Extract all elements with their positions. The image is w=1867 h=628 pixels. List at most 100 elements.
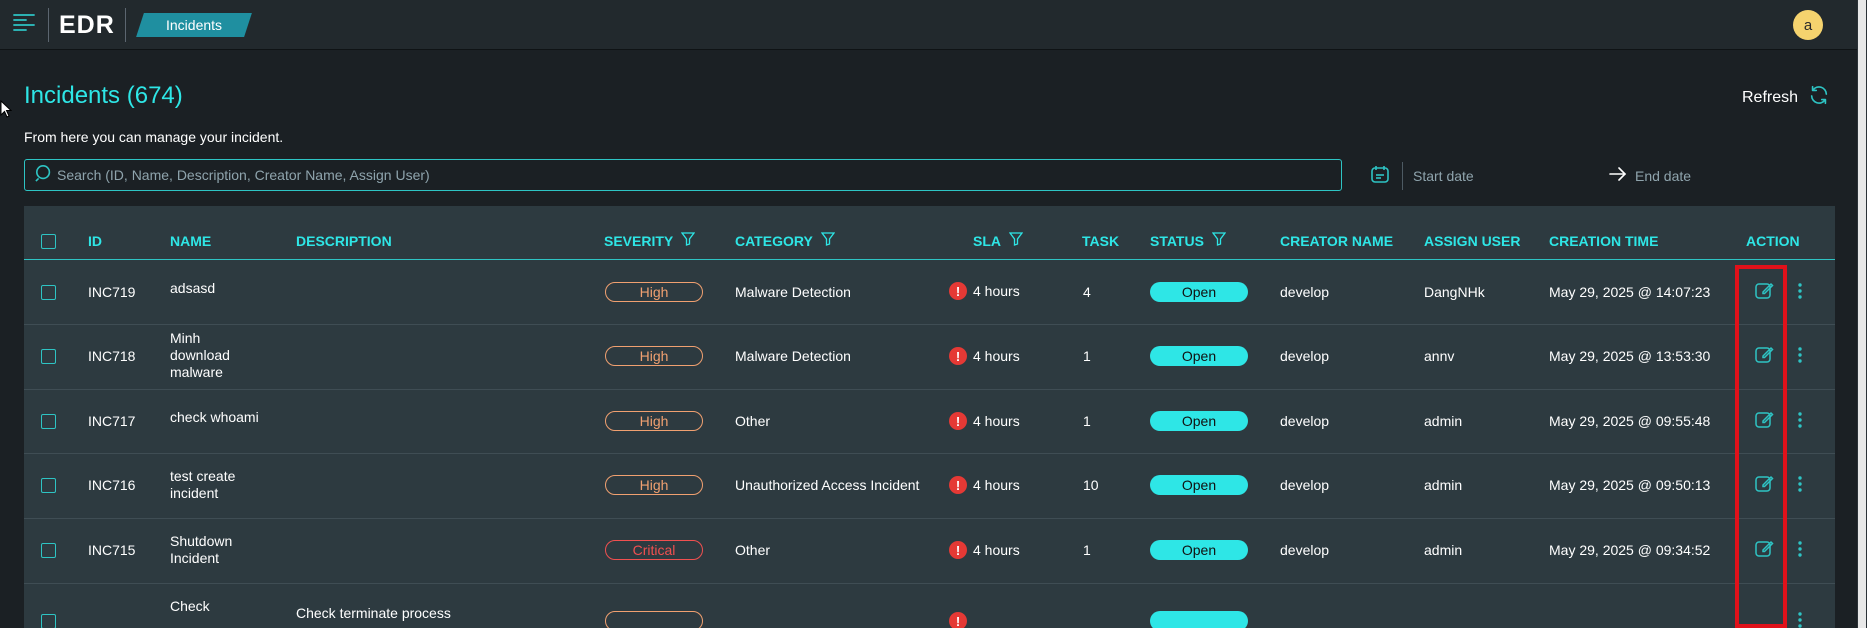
table-row[interactable]: INC717 check whoami High Other ! 4 hours … [24, 390, 1835, 454]
table-row[interactable]: INC718 Minh download malware High Malwar… [24, 325, 1835, 390]
row-checkbox-cell [41, 349, 56, 364]
column-category[interactable]: CATEGORY [735, 206, 836, 260]
column-task[interactable]: TASK [1082, 206, 1119, 260]
row-checkbox-cell [41, 285, 56, 300]
end-date-field[interactable]: End date [1635, 168, 1691, 184]
creation-time: May 29, 2025 @ 14:07:23 [1549, 284, 1711, 300]
app-logo[interactable]: EDR [49, 0, 125, 50]
sla-cell: ! 4 hours [949, 347, 1020, 365]
status-cell: Open [1150, 540, 1248, 560]
creation-time: May 29, 2025 @ 13:53:30 [1549, 348, 1711, 364]
edit-icon[interactable] [1754, 281, 1774, 301]
scrollbar-thumb[interactable] [1858, 0, 1866, 628]
edit-icon[interactable] [1754, 539, 1774, 559]
table-header: ID NAME DESCRIPTION SEVERITY CATEGORY SL… [24, 206, 1835, 260]
date-range-picker[interactable]: Start date End date [1370, 160, 1691, 192]
creation-time: May 29, 2025 @ 09:34:52 [1549, 542, 1711, 558]
menu-toggle-button[interactable] [0, 0, 48, 50]
sla-warning-icon: ! [949, 347, 967, 365]
more-options-icon[interactable] [1797, 539, 1803, 559]
arrow-right-icon [1609, 166, 1627, 186]
page-title: Incidents (674) [24, 82, 183, 109]
task-count: 1 [1083, 348, 1091, 364]
severity-cell: High [605, 475, 703, 495]
assign-user: DangNHk [1424, 284, 1485, 300]
edit-icon[interactable] [1754, 410, 1774, 430]
table-row[interactable]: INC719 adsasd High Malware Detection ! 4 … [24, 260, 1835, 325]
incident-description: Check terminate process [296, 605, 451, 621]
column-sla[interactable]: SLA [973, 206, 1024, 260]
more-options-icon[interactable] [1797, 610, 1803, 628]
page-scrollbar[interactable] [1857, 0, 1867, 628]
column-assign-user[interactable]: ASSIGN USER [1424, 206, 1520, 260]
sla-value: 4 hours [973, 477, 1020, 493]
status-badge: Open [1150, 411, 1248, 431]
severity-badge: Critical [605, 540, 703, 560]
hamburger-icon [12, 12, 36, 37]
sla-value: 4 hours [973, 348, 1020, 364]
edit-icon[interactable] [1754, 345, 1774, 365]
sla-value: 4 hours [973, 283, 1020, 299]
table-row[interactable]: INC716 test create incident High Unautho… [24, 454, 1835, 519]
column-severity[interactable]: SEVERITY [604, 206, 696, 260]
severity-badge: High [605, 475, 703, 495]
assign-user: admin [1424, 413, 1463, 429]
incident-name[interactable]: check whoami [170, 409, 270, 426]
incident-id: INC719 [88, 284, 136, 300]
column-description[interactable]: DESCRIPTION [296, 206, 392, 260]
column-name[interactable]: NAME [170, 206, 211, 260]
row-checkbox[interactable] [41, 614, 56, 628]
breadcrumb-incidents[interactable]: Incidents [135, 12, 252, 37]
edit-icon[interactable] [1754, 474, 1774, 494]
incidents-table: ID NAME DESCRIPTION SEVERITY CATEGORY SL… [24, 206, 1835, 628]
column-creation-time[interactable]: CREATION TIME [1549, 206, 1658, 260]
row-checkbox[interactable] [41, 478, 56, 493]
incident-name[interactable]: Shutdown Incident [170, 533, 270, 567]
more-options-icon[interactable] [1797, 474, 1803, 494]
search-input[interactable] [53, 160, 1341, 190]
incident-name[interactable]: test create incident [170, 468, 270, 502]
severity-badge [605, 611, 703, 628]
date-divider [1402, 162, 1403, 190]
column-creator-name[interactable]: CREATOR NAME [1280, 206, 1393, 260]
status-badge: Open [1150, 346, 1248, 366]
row-checkbox[interactable] [41, 349, 56, 364]
sla-warning-icon: ! [949, 612, 967, 628]
table-row[interactable]: INC715 Shutdown Incident Critical Other … [24, 519, 1835, 584]
row-checkbox-cell [41, 478, 56, 493]
assign-user: annv [1424, 348, 1455, 364]
more-options-icon[interactable] [1797, 281, 1803, 301]
creator-name: develop [1280, 284, 1330, 300]
calendar-icon[interactable] [1370, 164, 1390, 189]
incident-name[interactable]: Minh download malware [170, 330, 270, 381]
assign-user: admin [1424, 477, 1463, 493]
incident-category: Unauthorized Access Incident [735, 477, 920, 493]
more-options-icon[interactable] [1797, 345, 1803, 365]
sla-cell: ! 4 hours [949, 412, 1020, 430]
select-all-checkbox[interactable] [41, 233, 56, 249]
row-checkbox[interactable] [41, 543, 56, 558]
incident-id: INC715 [88, 542, 136, 558]
user-avatar[interactable]: a [1793, 10, 1823, 40]
task-count: 1 [1083, 413, 1091, 429]
status-cell [1150, 611, 1248, 628]
column-status[interactable]: STATUS [1150, 206, 1227, 260]
incident-name[interactable]: adsasd [170, 280, 270, 297]
creator-name: develop [1280, 542, 1330, 558]
start-date-field[interactable]: Start date [1413, 168, 1609, 184]
incident-category: Malware Detection [735, 284, 851, 300]
column-id[interactable]: ID [88, 206, 102, 260]
incident-name[interactable]: Check [170, 598, 270, 615]
assign-user: admin [1424, 542, 1463, 558]
status-cell: Open [1150, 346, 1248, 366]
sla-warning-icon: ! [949, 282, 967, 300]
search-box [24, 159, 1342, 191]
table-row[interactable]: Check Check terminate process ! [24, 584, 1835, 628]
more-options-icon[interactable] [1797, 410, 1803, 430]
refresh-button[interactable]: Refresh [1742, 84, 1830, 111]
refresh-label: Refresh [1742, 88, 1799, 106]
row-checkbox[interactable] [41, 414, 56, 429]
topbar-divider [124, 7, 126, 42]
row-checkbox[interactable] [41, 285, 56, 300]
incident-id: INC716 [88, 477, 136, 493]
